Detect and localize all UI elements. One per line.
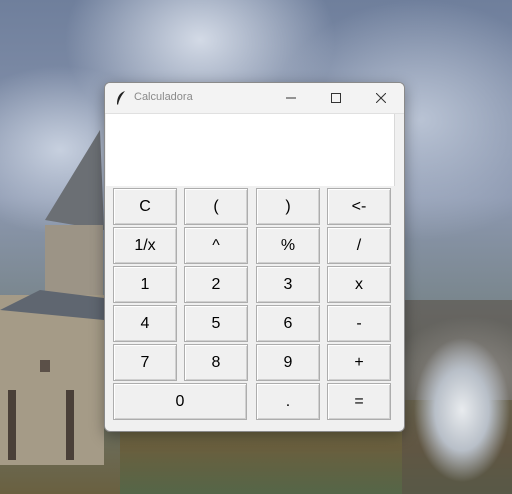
backspace-button[interactable]: <-: [327, 188, 391, 225]
divide-button[interactable]: /: [327, 227, 391, 264]
digit-0-button[interactable]: 0: [113, 383, 247, 420]
digit-5-button[interactable]: 5: [184, 305, 248, 342]
digit-2-button[interactable]: 2: [184, 266, 248, 303]
window-title: Calculadora: [134, 91, 193, 103]
digit-9-button[interactable]: 9: [256, 344, 320, 381]
equals-button[interactable]: =: [327, 383, 391, 420]
add-button[interactable]: +: [327, 344, 391, 381]
digit-1-button[interactable]: 1: [113, 266, 177, 303]
feather-icon: [117, 91, 125, 105]
clear-button[interactable]: C: [113, 188, 177, 225]
close-paren-button[interactable]: ): [256, 188, 320, 225]
close-button[interactable]: [359, 83, 403, 113]
multiply-button[interactable]: x: [327, 266, 391, 303]
snowy-tree-scenery: [402, 300, 512, 494]
maximize-button[interactable]: [314, 83, 358, 113]
digit-8-button[interactable]: 8: [184, 344, 248, 381]
digit-7-button[interactable]: 7: [113, 344, 177, 381]
power-button[interactable]: ^: [184, 227, 248, 264]
maximize-icon: [331, 93, 341, 103]
digit-6-button[interactable]: 6: [256, 305, 320, 342]
calculator-display: [106, 114, 395, 186]
percent-button[interactable]: %: [256, 227, 320, 264]
title-bar[interactable]: Calculadora: [105, 83, 404, 114]
digit-4-button[interactable]: 4: [113, 305, 177, 342]
minimize-icon: [286, 97, 296, 99]
close-icon: [376, 93, 386, 103]
decimal-point-button[interactable]: .: [256, 383, 320, 420]
open-paren-button[interactable]: (: [184, 188, 248, 225]
digit-3-button[interactable]: 3: [256, 266, 320, 303]
minimize-button[interactable]: [269, 83, 313, 113]
subtract-button[interactable]: -: [327, 305, 391, 342]
calculator-window: Calculadora C ( ) <- 1/x ^ % / 1 2 3 x 4…: [104, 82, 405, 432]
reciprocal-button[interactable]: 1/x: [113, 227, 177, 264]
